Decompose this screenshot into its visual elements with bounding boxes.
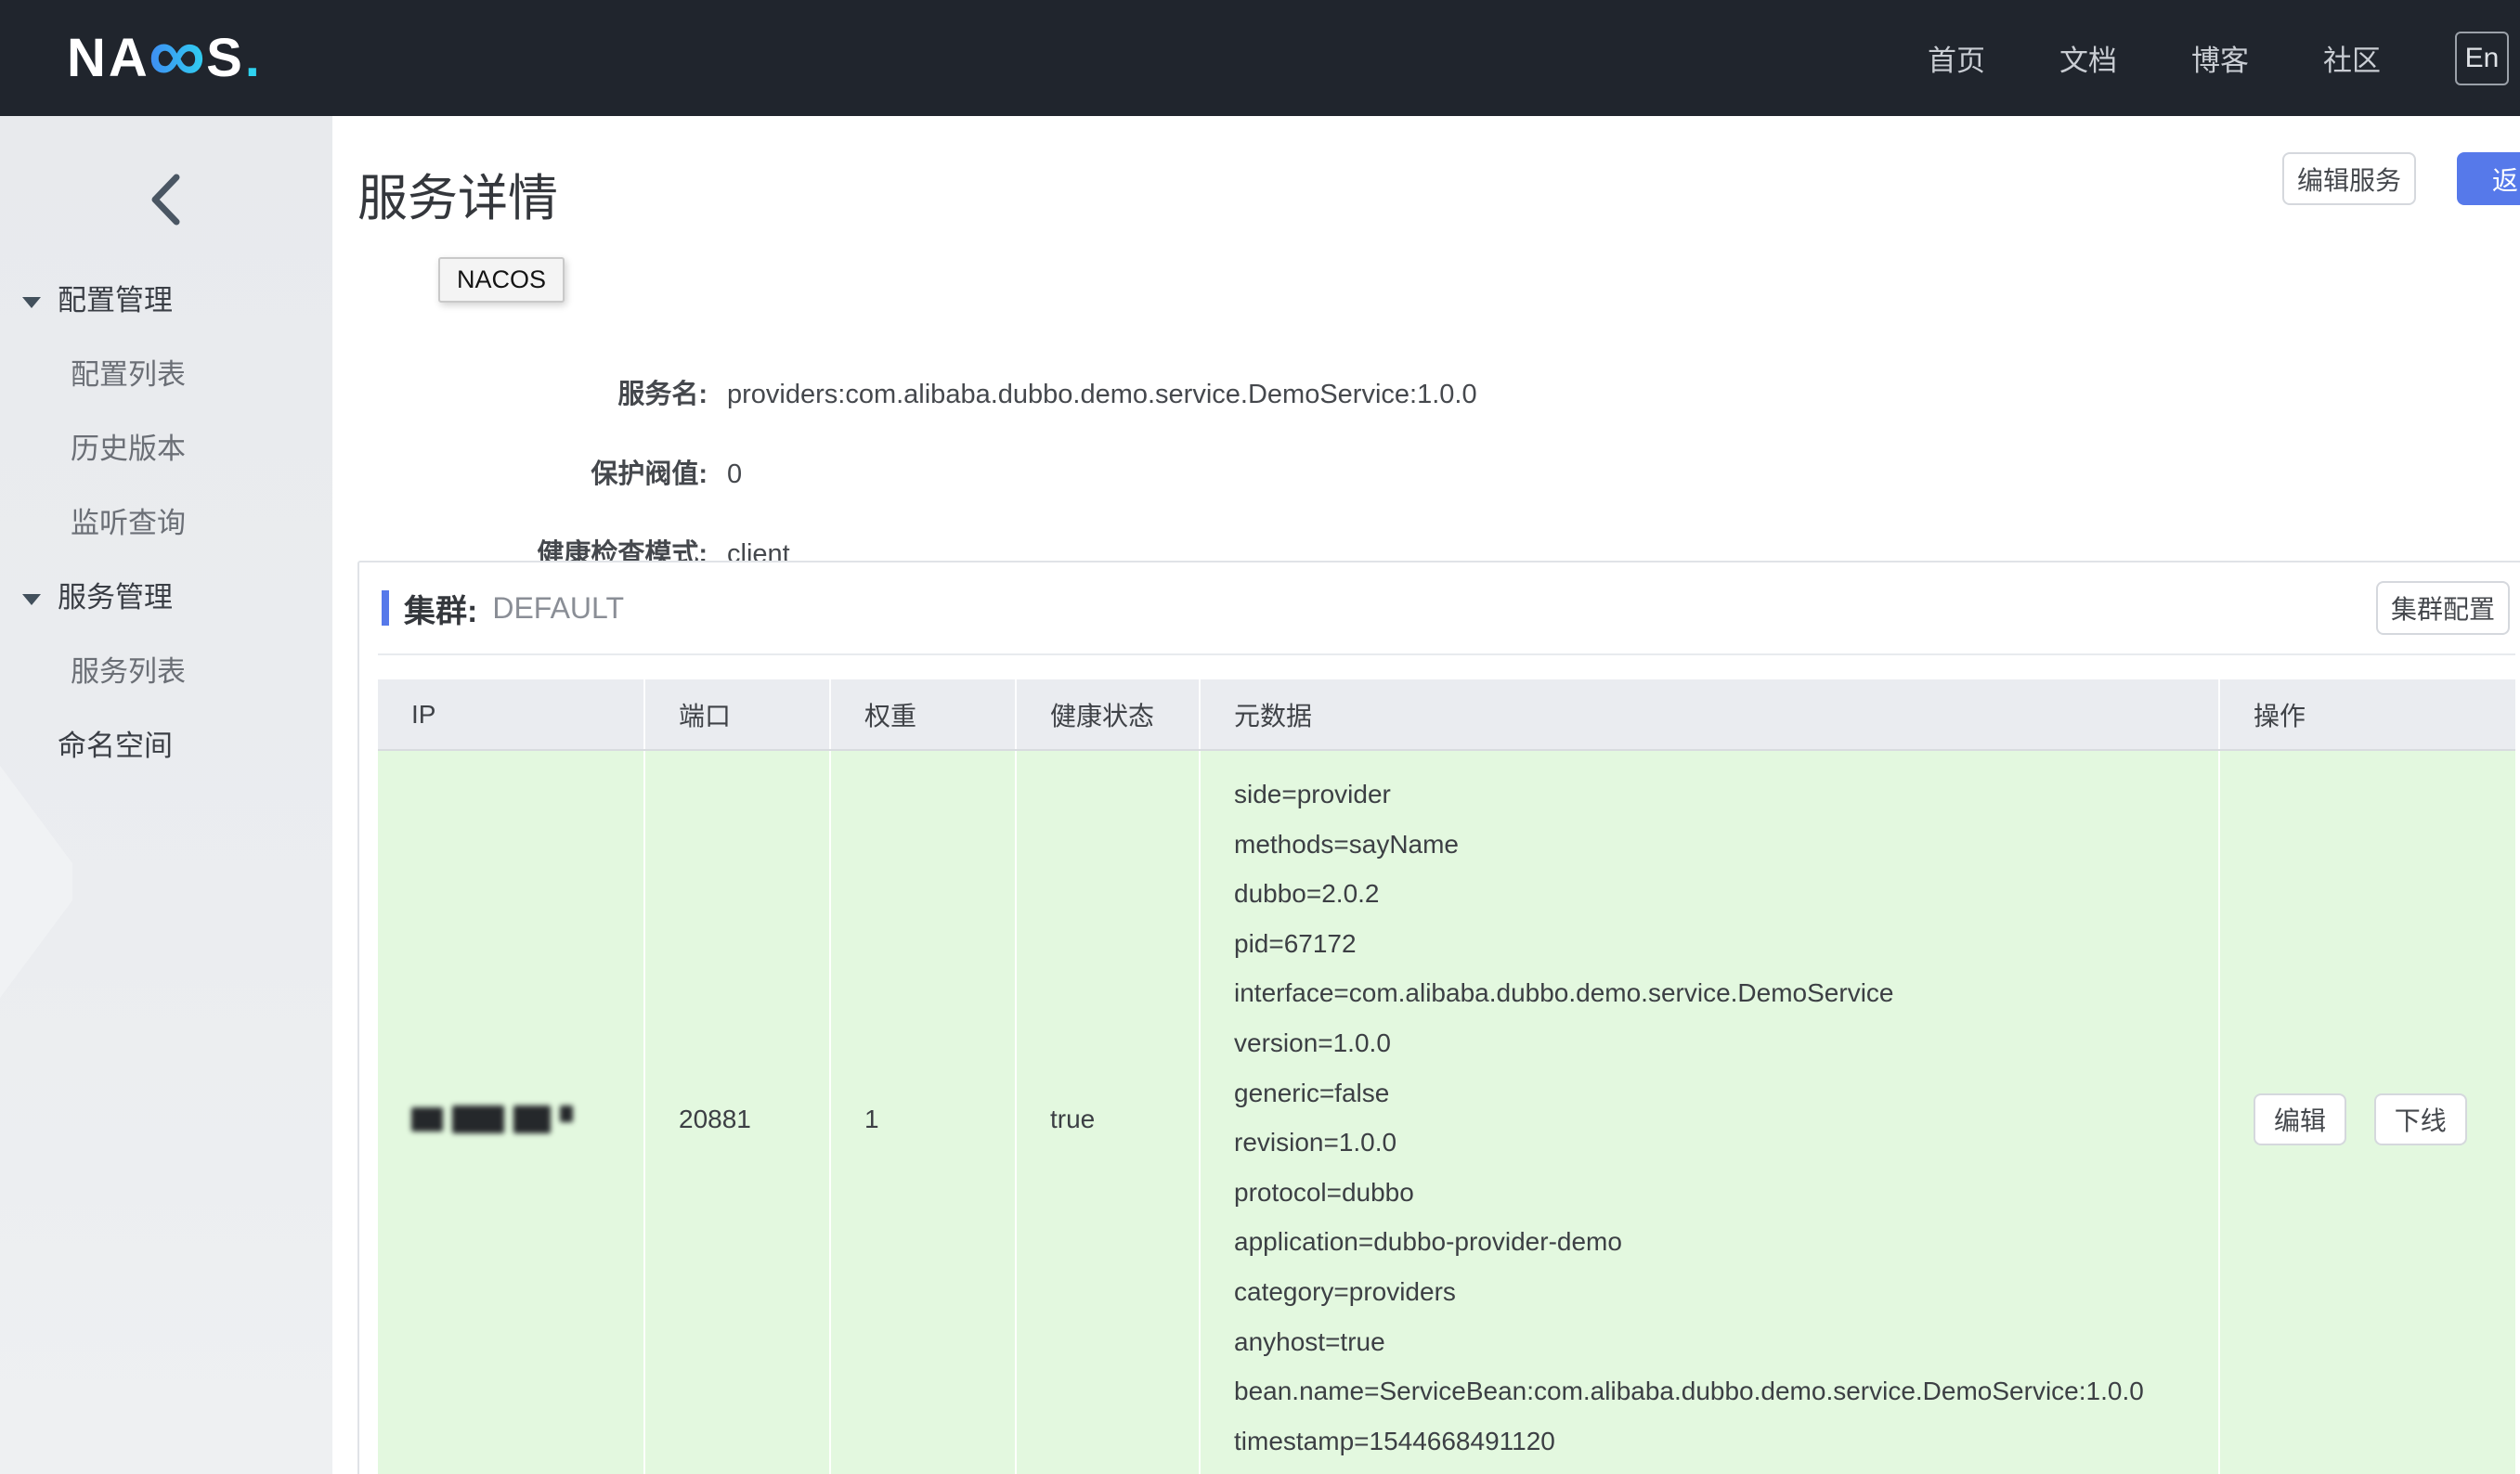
sidebar-group-label: 配置管理 <box>58 284 173 317</box>
field-protect-threshold: 保护阀值: 0 <box>332 456 1477 493</box>
sidebar-group-label: 服务管理 <box>58 581 173 614</box>
instance-edit-button[interactable]: 编辑 <box>2254 1093 2346 1145</box>
language-toggle-button[interactable]: En <box>2455 32 2509 85</box>
column-header-port: 端口 <box>644 679 830 750</box>
metadata-line: category=providers <box>1234 1267 2200 1317</box>
sidebar-decoration <box>0 766 72 998</box>
sidebar-item-namespace[interactable]: 命名空间 <box>0 709 332 783</box>
column-header-weight: 权重 <box>830 679 1016 750</box>
cell-metadata: side=provider methods=sayName dubbo=2.0.… <box>1200 750 2219 1474</box>
cell-ip <box>378 750 644 1474</box>
metadata-line: generic=false <box>1234 1068 2200 1118</box>
metadata-line: methods=sayName <box>1234 820 2200 870</box>
logo-text-left: NA <box>67 32 150 85</box>
sidebar-item-config-list[interactable]: 配置列表 <box>0 338 332 412</box>
field-value: 0 <box>727 456 742 493</box>
edit-service-button[interactable]: 编辑服务 <box>2282 152 2416 205</box>
sidebar-item-service-list[interactable]: 服务列表 <box>0 635 332 709</box>
metadata-line: pid=67172 <box>1234 919 2200 969</box>
sidebar-item-listener-query[interactable]: 监听查询 <box>0 486 332 561</box>
page-title: 服务详情 <box>357 157 2520 230</box>
field-value: providers:com.alibaba.dubbo.demo.service… <box>727 376 1477 413</box>
sidebar-group-service-management[interactable]: 服务管理 <box>0 561 332 635</box>
top-navigation: 首页 文档 博客 社区 En <box>1928 32 2520 85</box>
nav-home[interactable]: 首页 <box>1928 37 1985 79</box>
accent-bar <box>382 590 389 626</box>
cluster-name: DEFAULT <box>492 591 624 626</box>
field-label: 保护阀值: <box>332 456 708 493</box>
cell-weight: 1 <box>830 750 1016 1474</box>
instances-table: IP 端口 权重 健康状态 元数据 操作 20881 1 <box>378 679 2515 1474</box>
metadata-line: side=provider <box>1234 769 2200 820</box>
chevron-left-icon <box>146 172 187 227</box>
divider <box>378 653 2515 655</box>
caret-down-icon <box>22 594 41 605</box>
column-header-metadata: 元数据 <box>1200 679 2219 750</box>
caret-down-icon <box>22 297 41 308</box>
metadata-line: version=1.0.0 <box>1234 1018 2200 1068</box>
cluster-label: 集群: <box>404 586 477 631</box>
metadata-line: anyhost=true <box>1234 1317 2200 1367</box>
table-header-row: IP 端口 权重 健康状态 元数据 操作 <box>378 679 2515 750</box>
sidebar-group-config-management[interactable]: 配置管理 <box>0 264 332 338</box>
nav-community[interactable]: 社区 <box>2323 37 2381 79</box>
metadata-line: revision=1.0.0 <box>1234 1118 2200 1168</box>
field-label: 服务名: <box>332 376 708 413</box>
instance-row: 20881 1 true side=provider methods=sayNa… <box>378 750 2515 1474</box>
nav-docs[interactable]: 文档 <box>2059 37 2117 79</box>
column-header-operation: 操作 <box>2219 679 2515 750</box>
cell-port: 20881 <box>644 750 830 1474</box>
logo-dot: . <box>245 32 263 85</box>
nacos-console-page: NA∞S. 首页 文档 博客 社区 En 配置管理 配置列表 历史版本 监听查询 <box>0 0 2520 1474</box>
nacos-tooltip-badge: NACOS <box>438 257 565 303</box>
metadata-line: bean.name=ServiceBean:com.alibaba.dubbo.… <box>1234 1366 2200 1416</box>
metadata-line: application=dubbo-provider-demo <box>1234 1217 2200 1267</box>
cluster-card: 集群: DEFAULT 集群配置 IP 端口 权重 健康状态 元数据 <box>357 561 2520 1474</box>
metadata-line: dubbo=2.0.2 <box>1234 869 2200 919</box>
column-header-health: 健康状态 <box>1016 679 1200 750</box>
back-button[interactable]: 返回 <box>2457 152 2520 205</box>
main-content: 服务详情 编辑服务 返回 NACOS 服务名: providers:com.al… <box>332 116 2520 1474</box>
cell-operations: 编辑 下线 <box>2219 750 2515 1474</box>
page-header: 服务详情 编辑服务 返回 <box>332 116 2520 230</box>
metadata-line: interface=com.alibaba.dubbo.demo.service… <box>1234 968 2200 1018</box>
column-header-ip: IP <box>378 679 644 750</box>
ip-redacted-blocks <box>411 1106 643 1133</box>
sidebar-collapse-button[interactable] <box>0 167 332 232</box>
logo-text-right: S <box>206 32 245 85</box>
logo-infinity-icon: ∞ <box>149 28 208 82</box>
nav-blog[interactable]: 博客 <box>2191 37 2249 79</box>
field-service-name: 服务名: providers:com.alibaba.dubbo.demo.se… <box>332 376 1477 413</box>
sidebar: 配置管理 配置列表 历史版本 监听查询 服务管理 服务列表 命名空间 <box>0 116 332 1474</box>
sidebar-item-history-versions[interactable]: 历史版本 <box>0 412 332 486</box>
sidebar-menu: 配置管理 配置列表 历史版本 监听查询 服务管理 服务列表 命名空间 <box>0 264 332 783</box>
nacos-logo[interactable]: NA∞S. <box>67 32 263 85</box>
instance-offline-button[interactable]: 下线 <box>2374 1093 2467 1145</box>
cell-healthy: true <box>1016 750 1200 1474</box>
cluster-header: 集群: DEFAULT 集群配置 <box>378 562 2515 653</box>
topbar: NA∞S. 首页 文档 博客 社区 En <box>0 0 2520 116</box>
metadata-line: timestamp=1544668491120 <box>1234 1416 2200 1467</box>
cluster-config-button[interactable]: 集群配置 <box>2376 581 2510 635</box>
metadata-line: protocol=dubbo <box>1234 1168 2200 1218</box>
